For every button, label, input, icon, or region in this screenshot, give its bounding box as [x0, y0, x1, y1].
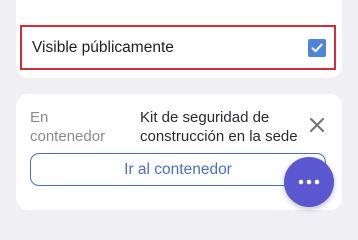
- close-icon: [310, 118, 324, 132]
- visible-publicly-label: Visible públicamente: [32, 39, 174, 56]
- go-to-container-button[interactable]: Ir al contenedor: [30, 153, 326, 186]
- more-actions-button[interactable]: [284, 157, 334, 207]
- checkmark-icon: [311, 43, 323, 53]
- container-name: Kit de seguridad de construcción en la s…: [140, 109, 298, 145]
- remove-container-button[interactable]: [306, 114, 328, 136]
- more-horizontal-icon: [298, 179, 320, 185]
- visible-publicly-checkbox[interactable]: [308, 39, 326, 57]
- visible-publicly-row[interactable]: Visible públicamente: [20, 25, 336, 70]
- in-container-label: En contenedor: [30, 109, 106, 145]
